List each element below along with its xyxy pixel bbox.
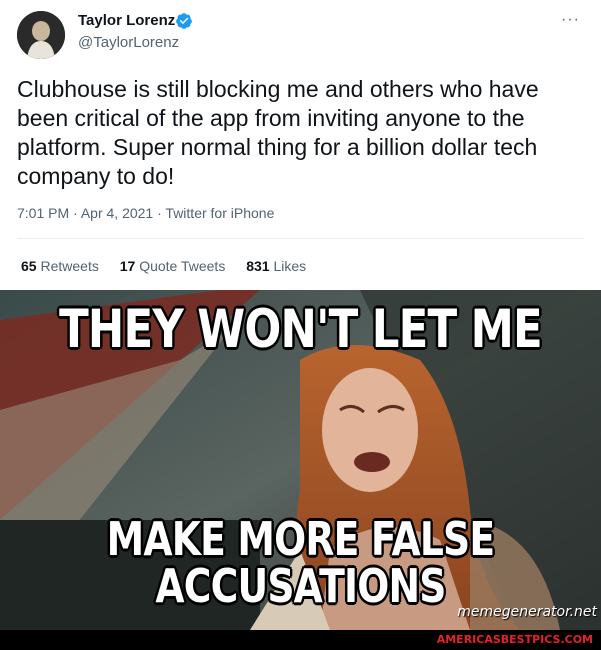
meme-watermark: memegenerator.net	[457, 604, 597, 620]
likes-count: 831	[246, 258, 270, 274]
site-watermark: AMERICASBESTPICS.COM	[436, 633, 593, 646]
likes-label: Likes	[273, 258, 307, 274]
footer-bar: AMERICASBESTPICS.COM	[0, 630, 601, 650]
verified-badge-icon	[176, 13, 192, 29]
more-options-icon[interactable]: ···	[561, 11, 580, 29]
likes-stat[interactable]: 831 Likes	[246, 258, 306, 274]
meme-image[interactable]: THEY WON'T LET ME MAKE MORE FALSE ACCUSA…	[0, 290, 601, 630]
display-name[interactable]: Taylor Lorenz	[78, 12, 175, 29]
retweets-label: Retweets	[40, 258, 99, 274]
divider	[17, 238, 584, 239]
quote-tweets-count: 17	[119, 258, 136, 274]
meme-top-text: THEY WON'T LET ME	[59, 299, 543, 360]
retweets-stat[interactable]: 65 Retweets	[21, 258, 99, 274]
tweet-meta: 7:01 PM · Apr 4, 2021 · Twitter for iPho…	[17, 205, 274, 221]
avatar-image	[17, 11, 65, 59]
retweets-count: 65	[21, 258, 37, 274]
meme-bottom-text-line2: ACCUSATIONS	[155, 559, 446, 613]
quote-tweets-stat[interactable]: 17 Quote Tweets	[120, 258, 226, 274]
quote-tweets-label: Quote Tweets	[139, 258, 226, 274]
meme-bottom-text-line1: MAKE MORE FALSE	[106, 512, 496, 566]
tweet-card: Taylor Lorenz @TaylorLorenz ··· Clubhous…	[0, 0, 601, 290]
tweet-stats: 65 Retweets 17 Quote Tweets 831 Likes	[21, 258, 323, 274]
tweet-source[interactable]: Twitter for iPhone	[165, 205, 274, 221]
tweet-time[interactable]: 7:01 PM	[17, 205, 69, 221]
avatar[interactable]	[17, 11, 65, 59]
tweet-text: Clubhouse is still blocking me and other…	[17, 76, 539, 189]
meta-separator: ·	[73, 205, 78, 221]
handle[interactable]: @TaylorLorenz	[78, 34, 179, 51]
tweet-date[interactable]: Apr 4, 2021	[81, 205, 153, 221]
meta-separator: ·	[157, 205, 162, 221]
